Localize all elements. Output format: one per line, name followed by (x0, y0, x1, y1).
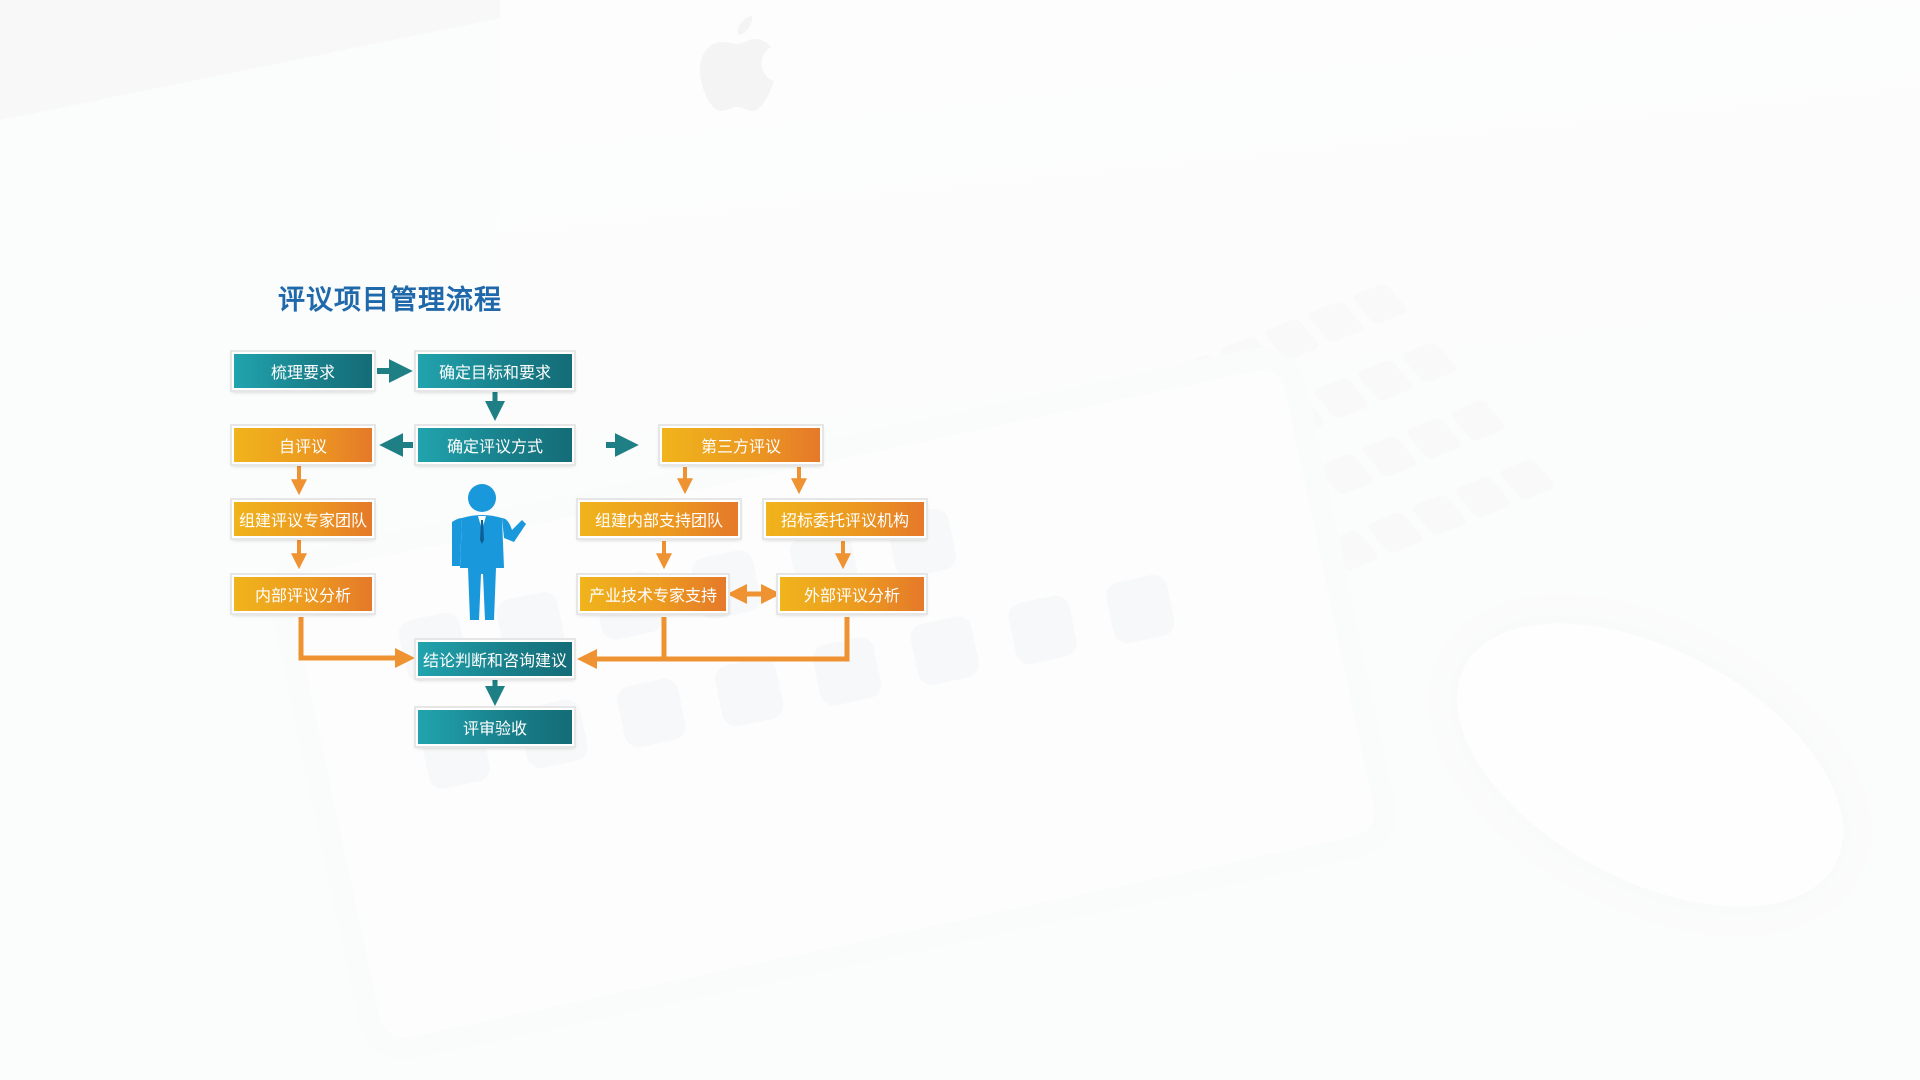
node-internal-analysis: 内部评议分析 (230, 573, 376, 615)
business-person-icon (452, 484, 526, 620)
arrow-internal-to-conclusion (298, 617, 415, 668)
flow-connectors (291, 359, 851, 706)
node-build-support-team: 组建内部支持团队 (576, 498, 742, 540)
arrow-right-branch-to-conclusion (577, 617, 850, 669)
node-self-review: 自评议 (230, 424, 376, 466)
node-acceptance: 评审验收 (414, 706, 576, 748)
node-build-expert-team: 组建评议专家团队 (230, 498, 376, 540)
node-third-party: 第三方评议 (658, 424, 824, 466)
node-tender-agency: 招标委托评议机构 (762, 498, 928, 540)
node-external-analysis: 外部评议分析 (776, 573, 928, 615)
node-define-goals: 确定目标和要求 (414, 350, 576, 392)
node-define-method: 确定评议方式 (414, 424, 576, 466)
node-conclusion: 结论判断和咨询建议 (414, 638, 576, 680)
node-industry-expert-support: 产业技术专家支持 (576, 573, 730, 615)
node-sort-requirements: 梳理要求 (230, 350, 376, 392)
